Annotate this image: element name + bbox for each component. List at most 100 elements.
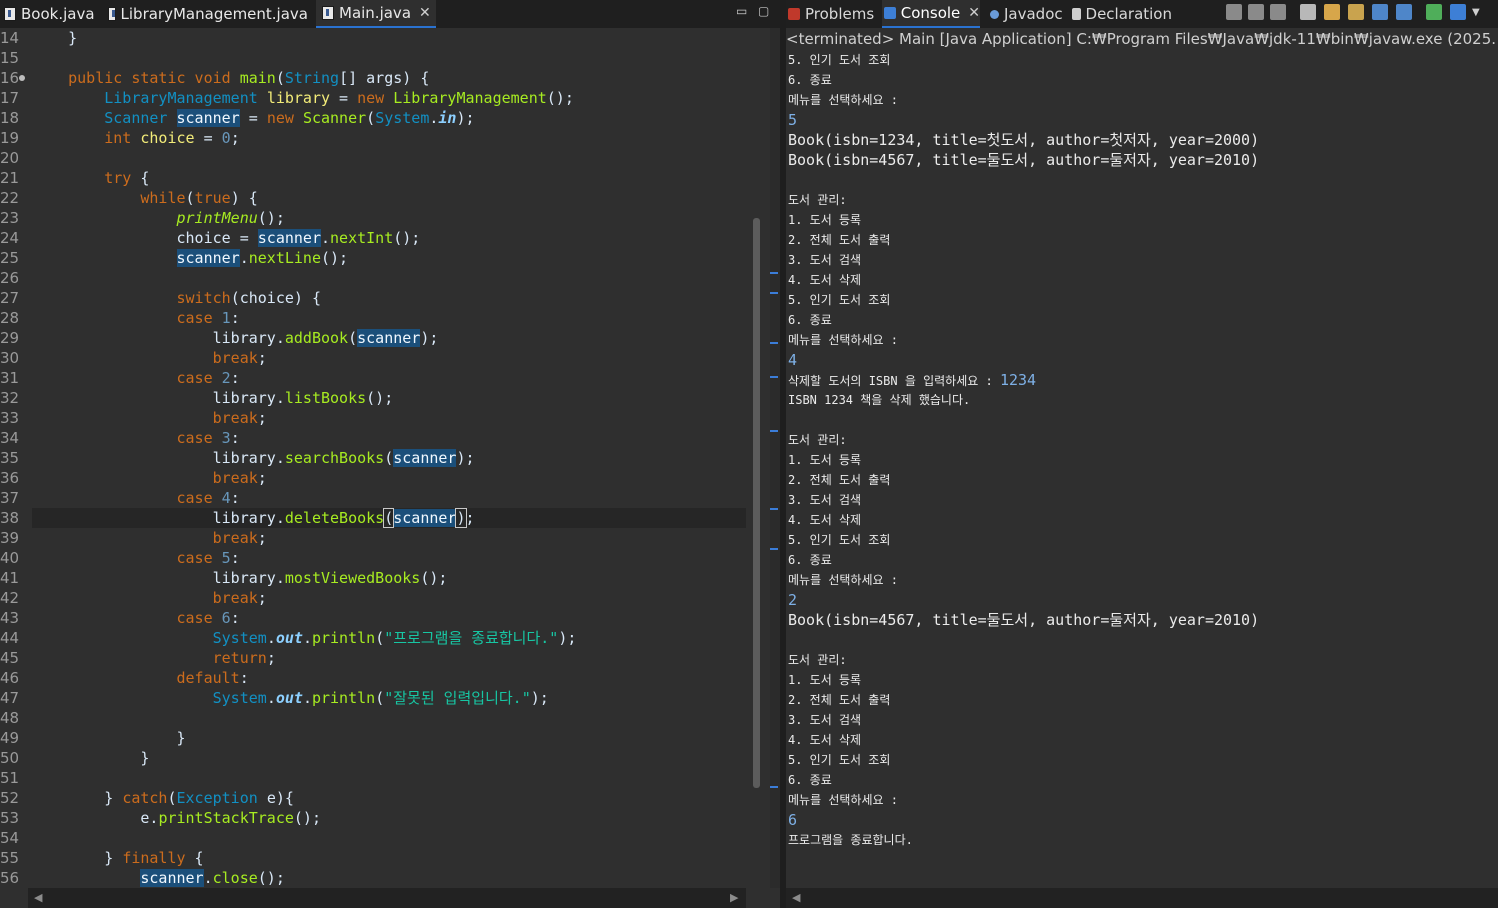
vertical-scrollbar[interactable] (746, 28, 770, 888)
occurrence-marker[interactable] (770, 430, 778, 432)
console-output[interactable]: 5. 인기 도서 조회 6. 종료 메뉴를 선택하세요 :5 Book(isbn=12… (788, 50, 1498, 888)
console-line: 2. 전체 도서 출력 (788, 230, 890, 250)
close-icon[interactable]: ✕ (419, 5, 431, 21)
tab-javadoc[interactable]: Javadoc (990, 0, 1068, 28)
tab-declaration[interactable]: Declaration (1072, 0, 1172, 28)
code-token: scanner (393, 509, 457, 527)
code-token: 3 (221, 429, 231, 447)
tab-console[interactable]: Console ✕ (882, 0, 980, 28)
code-line[interactable]: try { (32, 168, 149, 188)
horizontal-scrollbar[interactable]: ◀ ▶ (28, 888, 746, 908)
scroll-left-icon[interactable]: ◀ (34, 891, 42, 904)
line-number: 55 (0, 849, 20, 867)
code-line[interactable]: public static void main(String[] args) { (32, 68, 429, 88)
code-token: library (212, 509, 276, 527)
code-line[interactable]: break; (32, 468, 267, 488)
view-menu-icon[interactable]: ▼ (1472, 7, 1482, 23)
tab-main-java[interactable]: Main.java ✕ (316, 0, 436, 28)
code-line[interactable]: scanner.nextLine(); (32, 248, 348, 268)
code-line[interactable]: return; (32, 648, 276, 668)
code-line[interactable]: library.listBooks(); (32, 388, 394, 408)
code-line[interactable]: case 6: (32, 608, 240, 628)
code-line[interactable]: } (32, 728, 186, 748)
code-line[interactable]: printMenu(); (32, 208, 285, 228)
occurrence-marker[interactable] (770, 272, 778, 274)
show-on-stdout-icon[interactable] (1372, 4, 1388, 20)
occurrence-marker[interactable] (770, 376, 778, 378)
code-line[interactable]: switch(choice) { (32, 288, 322, 308)
scrollbar-thumb[interactable] (753, 218, 760, 788)
code-line[interactable]: } finally { (32, 848, 203, 868)
code-line[interactable]: default: (32, 668, 249, 688)
code-line[interactable]: break; (32, 588, 267, 608)
occurrence-marker[interactable] (770, 548, 778, 550)
code-line[interactable]: break; (32, 528, 267, 548)
occurrence-marker[interactable] (770, 508, 778, 510)
code-line[interactable]: while(true) { (32, 188, 257, 208)
scroll-lock-icon[interactable] (1324, 4, 1340, 20)
code-line[interactable]: case 3: (32, 428, 240, 448)
code-token: main (239, 69, 276, 87)
code-line[interactable]: int choice = 0; (32, 128, 239, 148)
line-number: 38 (0, 509, 20, 527)
console-line: 메뉴를 선택하세요 : (788, 90, 898, 110)
code-line[interactable]: e.printStackTrace(); (32, 808, 321, 828)
code-line[interactable]: System.out.println("잘못된 입력입니다."); (32, 688, 549, 708)
tab-book-java[interactable]: Book.java (0, 0, 100, 28)
code-line[interactable]: choice = scanner.nextInt(); (32, 228, 420, 248)
code-line[interactable]: System.out.println("프로그램을 종료합니다."); (32, 628, 577, 648)
tab-problems[interactable]: Problems (788, 0, 878, 28)
close-icon[interactable]: ✕ (968, 5, 980, 21)
show-on-stderr-icon[interactable] (1396, 4, 1412, 20)
overview-ruler[interactable] (770, 28, 780, 888)
current-code-line[interactable]: library.deleteBooks(scanner); (32, 508, 746, 528)
clear-console-icon[interactable] (1300, 4, 1316, 20)
occurrence-marker[interactable] (770, 292, 778, 294)
fold-marker-icon[interactable] (19, 75, 25, 81)
minimize-icon[interactable]: ▭ (736, 4, 747, 18)
code-line[interactable]: library.searchBooks(scanner); (32, 448, 475, 468)
tab-librarymanagement-java[interactable]: LibraryManagement.java (108, 0, 308, 28)
code-line[interactable]: Scanner scanner = new Scanner(System.in)… (32, 108, 475, 128)
code-line[interactable]: } catch(Exception e){ (32, 788, 294, 808)
maximize-icon[interactable]: ▢ (758, 4, 769, 18)
code-line[interactable]: case 2: (32, 368, 240, 388)
code-area[interactable]: } public static void main(String[] args)… (32, 28, 746, 888)
code-line[interactable]: LibraryManagement library = new LibraryM… (32, 88, 574, 108)
code-token: } (176, 729, 186, 747)
code-line[interactable]: case 5: (32, 548, 240, 568)
code-line[interactable]: } (32, 28, 77, 48)
occurrence-marker[interactable] (770, 342, 778, 344)
word-wrap-icon[interactable] (1348, 4, 1364, 20)
code-token: ; (257, 529, 267, 547)
console-horizontal-scrollbar[interactable]: ◀ (786, 888, 1498, 908)
scroll-left-icon[interactable]: ◀ (792, 891, 800, 904)
code-line[interactable]: case 1: (32, 308, 240, 328)
code-line[interactable]: scanner.close(); (32, 868, 285, 888)
remove-all-terminated-icon[interactable] (1270, 4, 1286, 20)
pin-console-icon[interactable] (1426, 4, 1442, 20)
code-line[interactable]: } (32, 748, 149, 768)
code-line[interactable]: break; (32, 348, 267, 368)
code-token: . (266, 629, 276, 647)
code-editor[interactable]: Book.java LibraryManagement.java Main.ja… (0, 0, 780, 908)
occurrence-marker[interactable] (770, 786, 778, 788)
console-view[interactable]: Problems Console ✕ Javadoc Declaration ▼… (786, 0, 1498, 908)
terminate-icon[interactable] (1226, 4, 1242, 20)
code-line[interactable]: break; (32, 408, 267, 428)
code-line[interactable]: case 4: (32, 488, 240, 508)
open-console-icon[interactable] (1450, 4, 1466, 20)
code-token: Scanner (302, 109, 367, 127)
remove-launch-icon[interactable] (1248, 4, 1264, 20)
scroll-right-icon[interactable]: ▶ (730, 891, 738, 904)
code-line[interactable]: library.mostViewedBooks(); (32, 568, 448, 588)
code-line[interactable]: library.addBook(scanner); (32, 328, 438, 348)
code-token: : (239, 669, 249, 687)
code-token: true (194, 189, 231, 207)
code-token: break (212, 589, 258, 607)
